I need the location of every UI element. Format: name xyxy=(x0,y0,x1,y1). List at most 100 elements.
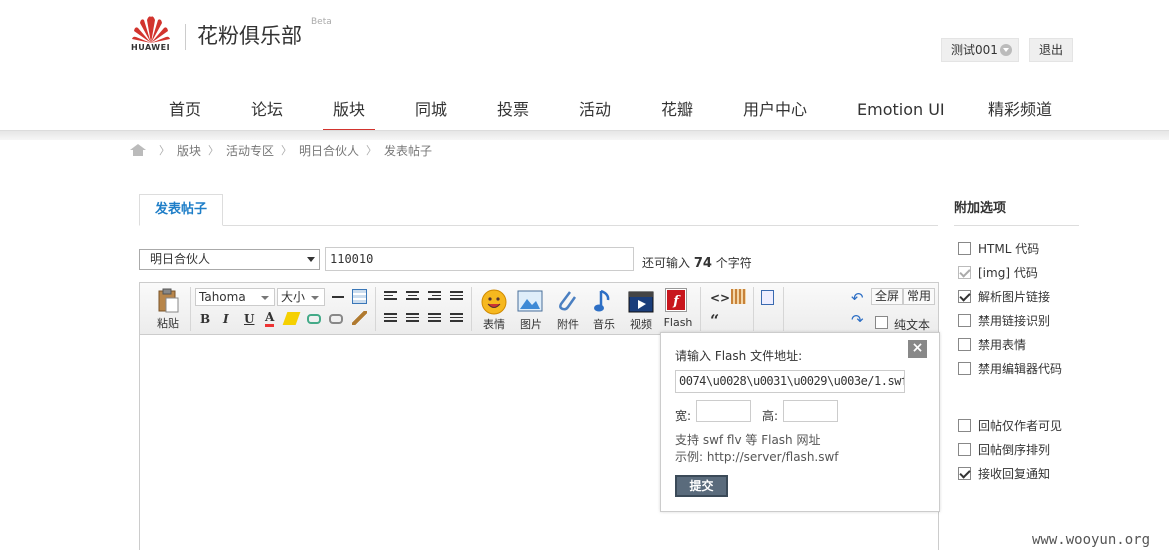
float-left-icon[interactable] xyxy=(384,313,397,324)
height-label: 高: xyxy=(762,409,779,423)
free-icon[interactable] xyxy=(731,289,746,304)
extra-option[interactable]: 禁用表情 xyxy=(958,336,1026,352)
align-left-icon[interactable] xyxy=(384,291,397,302)
font-color-button[interactable]: A xyxy=(265,310,275,327)
option-checkbox[interactable] xyxy=(958,418,971,432)
align-justify-icon[interactable] xyxy=(450,291,463,302)
nav-item-events[interactable]: 活动 xyxy=(579,92,611,132)
width-label: 宽: xyxy=(675,409,692,423)
attachment-icon[interactable] xyxy=(554,288,580,312)
flash-icon[interactable]: f xyxy=(665,288,687,312)
bold-button[interactable]: B xyxy=(200,312,210,326)
paste-icon[interactable] xyxy=(156,288,182,313)
option-label: 回帖倒序排列 xyxy=(978,442,1051,457)
highlight-icon[interactable] xyxy=(282,312,301,325)
subject-input[interactable]: 110010 xyxy=(325,247,634,271)
user-menu[interactable]: 测试001 xyxy=(941,38,1019,62)
extra-option[interactable]: 禁用编辑器代码 xyxy=(958,360,1062,376)
editor-toolbar: 粘贴 Tahoma 大小 B I U A 表情 图片 附件 音乐 视频 f Fl… xyxy=(140,283,938,335)
extra-option[interactable]: 接收回复通知 xyxy=(958,465,1050,481)
user-name: 测试001 xyxy=(951,43,998,57)
option-label: 回帖仅作者可见 xyxy=(978,418,1063,433)
hr-icon[interactable] xyxy=(332,296,344,298)
option-checkbox xyxy=(958,265,971,279)
extra-option[interactable]: 回帖倒序排列 xyxy=(958,441,1050,457)
option-checkbox[interactable] xyxy=(958,289,971,303)
fullscreen-button[interactable]: 全屏 xyxy=(871,288,904,305)
font-size-select[interactable]: 大小 xyxy=(277,288,325,306)
tab-new-post[interactable]: 发表帖子 xyxy=(139,194,223,226)
forum-select[interactable]: 明日合伙人 xyxy=(139,249,320,270)
flash-url-input[interactable]: 0074\u0028\u0031\u0029\u003e/1.swf xyxy=(675,370,905,393)
nav-item-user-center[interactable]: 用户中心 xyxy=(743,92,807,132)
flash-hint-example: 示例: http://server/flash.swf xyxy=(675,450,839,464)
template-icon[interactable] xyxy=(761,290,774,305)
logo-text: HUAWEI xyxy=(131,43,171,52)
option-checkbox[interactable] xyxy=(958,313,971,327)
nav-item-city[interactable]: 同城 xyxy=(415,92,447,132)
nav-item-home[interactable]: 首页 xyxy=(169,92,201,132)
option-checkbox[interactable] xyxy=(958,442,971,456)
table-icon[interactable] xyxy=(352,289,367,304)
breadcrumb-current: 发表帖子 xyxy=(384,143,433,158)
common-button[interactable]: 常用 xyxy=(903,288,936,305)
extra-option[interactable]: 禁用链接识别 xyxy=(958,312,1050,328)
option-checkbox[interactable] xyxy=(958,466,971,480)
height-input[interactable] xyxy=(783,400,838,422)
redo-icon[interactable]: ↷ xyxy=(851,311,864,329)
unlink-icon[interactable] xyxy=(329,314,343,324)
submit-button[interactable]: 提交 xyxy=(675,475,728,497)
nav-item-vote[interactable]: 投票 xyxy=(497,92,529,132)
italic-button[interactable]: I xyxy=(223,312,229,326)
side-divider xyxy=(954,225,1079,226)
attachment-label: 附件 xyxy=(557,318,579,331)
clear-format-icon[interactable] xyxy=(352,311,367,325)
option-checkbox[interactable] xyxy=(958,361,971,375)
video-icon[interactable] xyxy=(627,288,654,313)
font-family-select[interactable]: Tahoma xyxy=(195,288,275,306)
dialog-title: 请输入 Flash 文件地址: xyxy=(675,349,803,363)
nav-underbar xyxy=(0,130,1169,140)
close-icon[interactable]: × xyxy=(908,340,927,358)
ordered-list-icon[interactable] xyxy=(428,313,441,324)
align-center-icon[interactable] xyxy=(406,291,419,302)
music-icon[interactable] xyxy=(593,288,619,312)
option-checkbox[interactable] xyxy=(958,337,971,351)
unordered-list-icon[interactable] xyxy=(450,313,463,324)
option-label: 禁用链接识别 xyxy=(978,313,1051,328)
emoji-label: 表情 xyxy=(483,318,505,331)
emoji-icon[interactable] xyxy=(481,289,507,315)
nav-item-channels[interactable]: 精彩频道 xyxy=(988,92,1052,132)
extra-option[interactable]: [img] 代码 xyxy=(958,264,1038,280)
plain-text-checkbox[interactable] xyxy=(875,316,888,329)
extra-option[interactable]: 回帖仅作者可见 xyxy=(958,417,1062,433)
extra-option[interactable]: 解析图片链接 xyxy=(958,288,1050,304)
float-right-icon[interactable] xyxy=(406,313,419,324)
site-name[interactable]: 花粉俱乐部 xyxy=(197,20,302,50)
nav-item-boards[interactable]: 版块 xyxy=(323,92,375,132)
option-checkbox[interactable] xyxy=(958,241,971,255)
quote-icon[interactable]: “ xyxy=(710,311,719,330)
nav-item-forum[interactable]: 论坛 xyxy=(251,92,283,132)
image-label: 图片 xyxy=(520,318,542,331)
nav-item-petals[interactable]: 花瓣 xyxy=(661,92,693,132)
video-label: 视频 xyxy=(630,318,652,331)
width-input[interactable] xyxy=(696,400,751,422)
home-icon[interactable] xyxy=(130,144,146,156)
breadcrumb-item[interactable]: 活动专区 xyxy=(226,142,274,159)
align-right-icon[interactable] xyxy=(428,291,441,302)
plain-text-label: 纯文本 xyxy=(894,318,931,332)
logout-button[interactable]: 退出 xyxy=(1029,38,1073,62)
breadcrumb-item[interactable]: 版块 xyxy=(177,142,201,159)
underline-button[interactable]: U xyxy=(244,312,254,326)
breadcrumb: 〉 版块 〉 活动专区 〉 明日合伙人 〉 发表帖子 xyxy=(130,142,432,158)
breadcrumb-item[interactable]: 明日合伙人 xyxy=(299,142,359,159)
image-icon[interactable] xyxy=(517,290,543,314)
link-icon[interactable] xyxy=(307,314,321,324)
beta-badge: Beta xyxy=(311,17,332,27)
option-label: 禁用编辑器代码 xyxy=(978,361,1063,376)
extra-option[interactable]: HTML 代码 xyxy=(958,240,1039,256)
undo-icon[interactable]: ↶ xyxy=(851,289,864,307)
code-icon[interactable]: <> xyxy=(710,291,730,305)
nav-item-emotion-ui[interactable]: Emotion UI xyxy=(857,92,945,132)
